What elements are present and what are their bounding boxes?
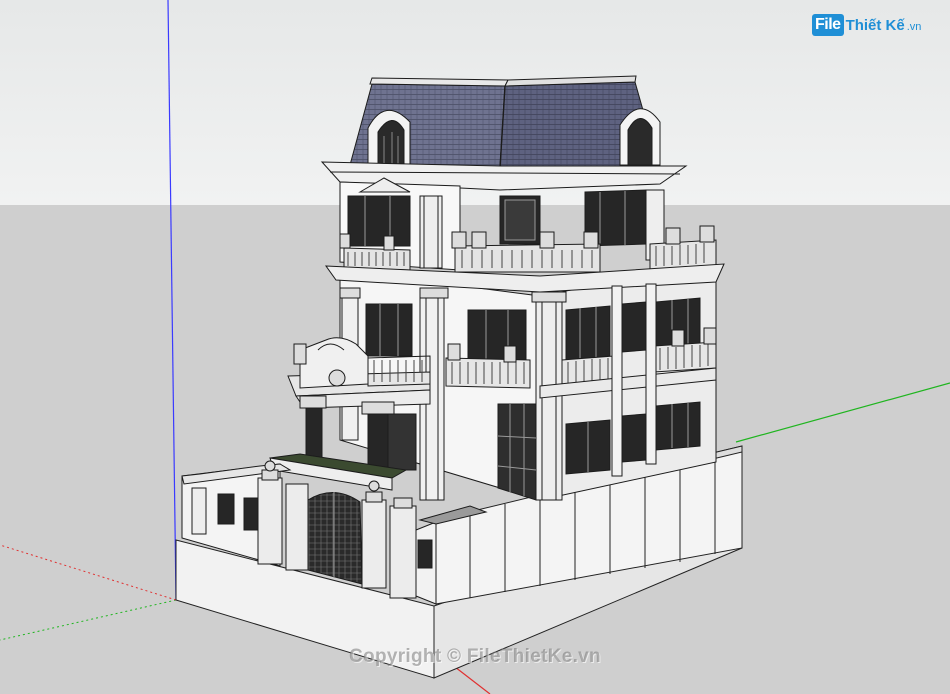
sketchup-viewport[interactable]: File Thiết Kế .vn Copyright © FileThietK… (0, 0, 950, 694)
dormer-left (367, 110, 411, 166)
model-scene[interactable] (0, 0, 950, 694)
copyright-watermark: Copyright © FileThietKe.vn (349, 646, 601, 667)
logo-box-text: File (812, 14, 844, 36)
logo-main-text: Thiết Kế (845, 16, 905, 34)
filethietke-logo: File Thiết Kế .vn (812, 12, 921, 38)
logo-tld-text: .vn (906, 21, 922, 33)
dormer-right (619, 108, 661, 166)
main-gate (307, 492, 363, 585)
glass-door (497, 403, 537, 501)
